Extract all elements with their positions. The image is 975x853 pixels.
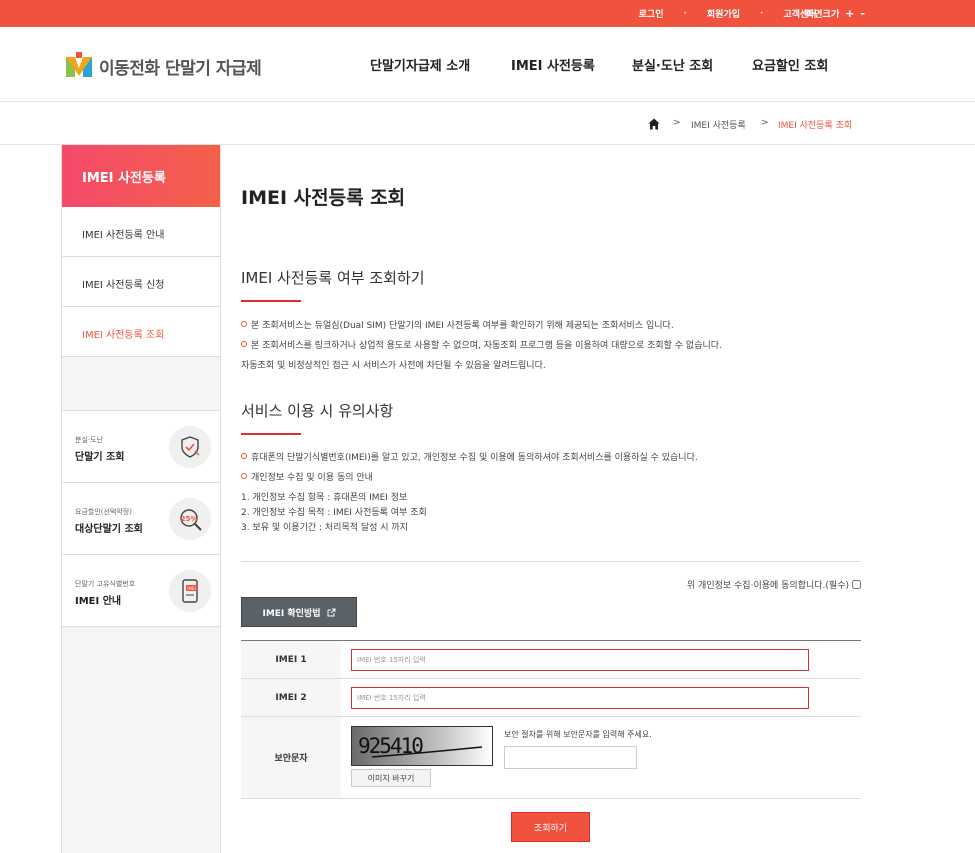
breadcrumb-separator: > (761, 118, 769, 128)
captcha-input[interactable] (504, 746, 637, 769)
breadcrumb-current: IMEI 사전등록 조회 (778, 121, 853, 131)
zoom-label: 화면크기 (806, 10, 840, 20)
captcha-label: 보안문자 (241, 717, 341, 798)
imei-lookup-form: IMEI 1 IMEI 번호 15자리 입력 IMEI 2 IMEI 번호 15… (241, 640, 861, 799)
notice-text: 자동조회 및 비정상적인 접근 시 서비스가 사전에 차단될 수 있음을 알려드… (241, 361, 546, 371)
notice-bullet: 개인정보 수집 및 이용 동의 안내 (241, 470, 373, 483)
breadcrumb: > IMEI 사전등록 > IMEI 사전등록 조회 (0, 102, 975, 145)
nav-intro[interactable]: 단말기자급제 소개 (370, 27, 470, 102)
sidebar-item-guide[interactable]: IMEI 사전등록 안내 (62, 207, 220, 257)
zoom-control: 화면크기 + - (806, 0, 865, 27)
form-row-imei2: IMEI 2 IMEI 번호 15자리 입력 (241, 679, 861, 717)
form-row-captcha: 보안문자 925410 이미지 바꾸기 보안 절차를 위해 보안문자를 입력해 … (241, 717, 861, 799)
quick-link-sub: 분실·도난 (75, 436, 103, 444)
section-title-lookup: IMEI 사전등록 여부 조회하기 (241, 269, 425, 287)
consent-checkbox[interactable] (852, 580, 861, 589)
nav-discount[interactable]: 요금할인 조회 (752, 27, 828, 102)
privacy-item: 1. 개인정보 수집 항목 : 휴대폰의 IMEI 정보 (241, 493, 408, 503)
external-link-icon (327, 608, 336, 616)
phone-icon: IMEI (169, 570, 211, 612)
sidebar-item-lookup[interactable]: IMEI 사전등록 조회 (62, 307, 220, 357)
search-button[interactable]: 조회하기 (511, 812, 590, 842)
section-title-precautions: 서비스 이용 시 유의사항 (241, 402, 394, 420)
nav-lost-stolen[interactable]: 분실·도난 조회 (632, 27, 713, 102)
site-header: 이동전화 단말기 자급제 단말기자급제 소개 IMEI 사전등록 분실·도난 조… (0, 27, 975, 102)
section-divider (241, 433, 301, 435)
privacy-item: 3. 보유 및 이용기간 : 처리목적 달성 시 까지 (241, 523, 408, 533)
login-link[interactable]: 로그인 (639, 7, 664, 20)
sidebar-spacer (62, 357, 220, 411)
sidebar-item-apply[interactable]: IMEI 사전등록 신청 (62, 257, 220, 307)
discount-search-icon: 25% (169, 498, 211, 540)
breadcrumb-separator: > (673, 118, 681, 128)
privacy-item: 2. 개인정보 수집 목적 : IMEI 사전등록 여부 조회 (241, 508, 427, 518)
notice-bullet: 본 조회서비스는 듀얼심(Dual SIM) 단말기의 IMEI 사전등록 여부… (241, 318, 674, 331)
notice-bullet: 본 조회서비스를 링크하거나 상업적 용도로 사용할 수 없으며, 자동조회 프… (241, 338, 722, 351)
logo-text: 이동전화 단말기 자급제 (99, 58, 262, 79)
quick-link-sub: 단말기 고유식별번호 (75, 580, 136, 588)
sidebar-title: IMEI 사전등록 (62, 145, 220, 207)
imei-badge: IMEI (187, 586, 195, 591)
breadcrumb-item[interactable]: IMEI 사전등록 (691, 118, 746, 131)
site-logo[interactable]: 이동전화 단말기 자급제 (65, 52, 262, 80)
signup-link[interactable]: 회원가입 (707, 7, 740, 20)
shield-icon (169, 426, 211, 468)
discount-badge: 25% (181, 515, 198, 523)
imei2-input[interactable]: IMEI 번호 15자리 입력 (351, 686, 809, 709)
zoom-in-button[interactable]: + (845, 7, 854, 20)
divider (241, 561, 861, 562)
logo-mark-icon (66, 52, 92, 77)
captcha-noise-line (371, 746, 483, 758)
nav-imei-register[interactable]: IMEI 사전등록 (511, 27, 595, 102)
page-title: IMEI 사전등록 조회 (241, 187, 406, 209)
imei2-label: IMEI 2 (241, 679, 341, 716)
imei-guide-label: IMEI 확인방법 (262, 608, 321, 619)
top-utility-bar: 로그인 · 회원가입 · 고객센터 · 화면크기 + - (0, 0, 975, 27)
notice-bullet: 휴대폰의 단말기식별번호(IMEI)를 알고 있고, 개인정보 수집 및 이용에… (241, 450, 698, 463)
home-icon[interactable] (648, 118, 660, 130)
imei1-label: IMEI 1 (241, 641, 341, 678)
zoom-out-button[interactable]: - (860, 7, 865, 20)
quick-link-imei-guide[interactable]: 단말기 고유식별번호 IMEI 안내 IMEI (62, 555, 220, 627)
quick-link-sub: 요금할인(선택약정) (75, 508, 132, 516)
quick-link-title: 단말기 조회 (75, 452, 125, 463)
quick-link-title: IMEI 안내 (75, 596, 122, 607)
captcha-image: 925410 (351, 726, 493, 766)
captcha-note: 보안 절차를 위해 보안문자를 입력해 주세요. (504, 730, 652, 739)
quick-link-lost-device[interactable]: 분실·도난 단말기 조회 (62, 411, 220, 483)
separator: · (683, 8, 687, 19)
quick-link-title: 대상단말기 조회 (75, 524, 143, 535)
imei-guide-button[interactable]: IMEI 확인방법 (241, 597, 357, 627)
separator: · (760, 8, 764, 19)
privacy-consent: 위 개인정보 수집·이용에 동의합니다.(필수) (687, 578, 861, 591)
section-divider (241, 300, 301, 302)
sidebar: IMEI 사전등록 IMEI 사전등록 안내 IMEI 사전등록 신청 IMEI… (61, 145, 221, 853)
imei1-input[interactable]: IMEI 번호 15자리 입력 (351, 648, 809, 671)
captcha-refresh-button[interactable]: 이미지 바꾸기 (351, 769, 431, 787)
quick-link-discount-device[interactable]: 요금할인(선택약정) 대상단말기 조회 25% (62, 483, 220, 555)
form-row-imei1: IMEI 1 IMEI 번호 15자리 입력 (241, 641, 861, 679)
consent-label: 위 개인정보 수집·이용에 동의합니다.(필수) (686, 581, 849, 591)
